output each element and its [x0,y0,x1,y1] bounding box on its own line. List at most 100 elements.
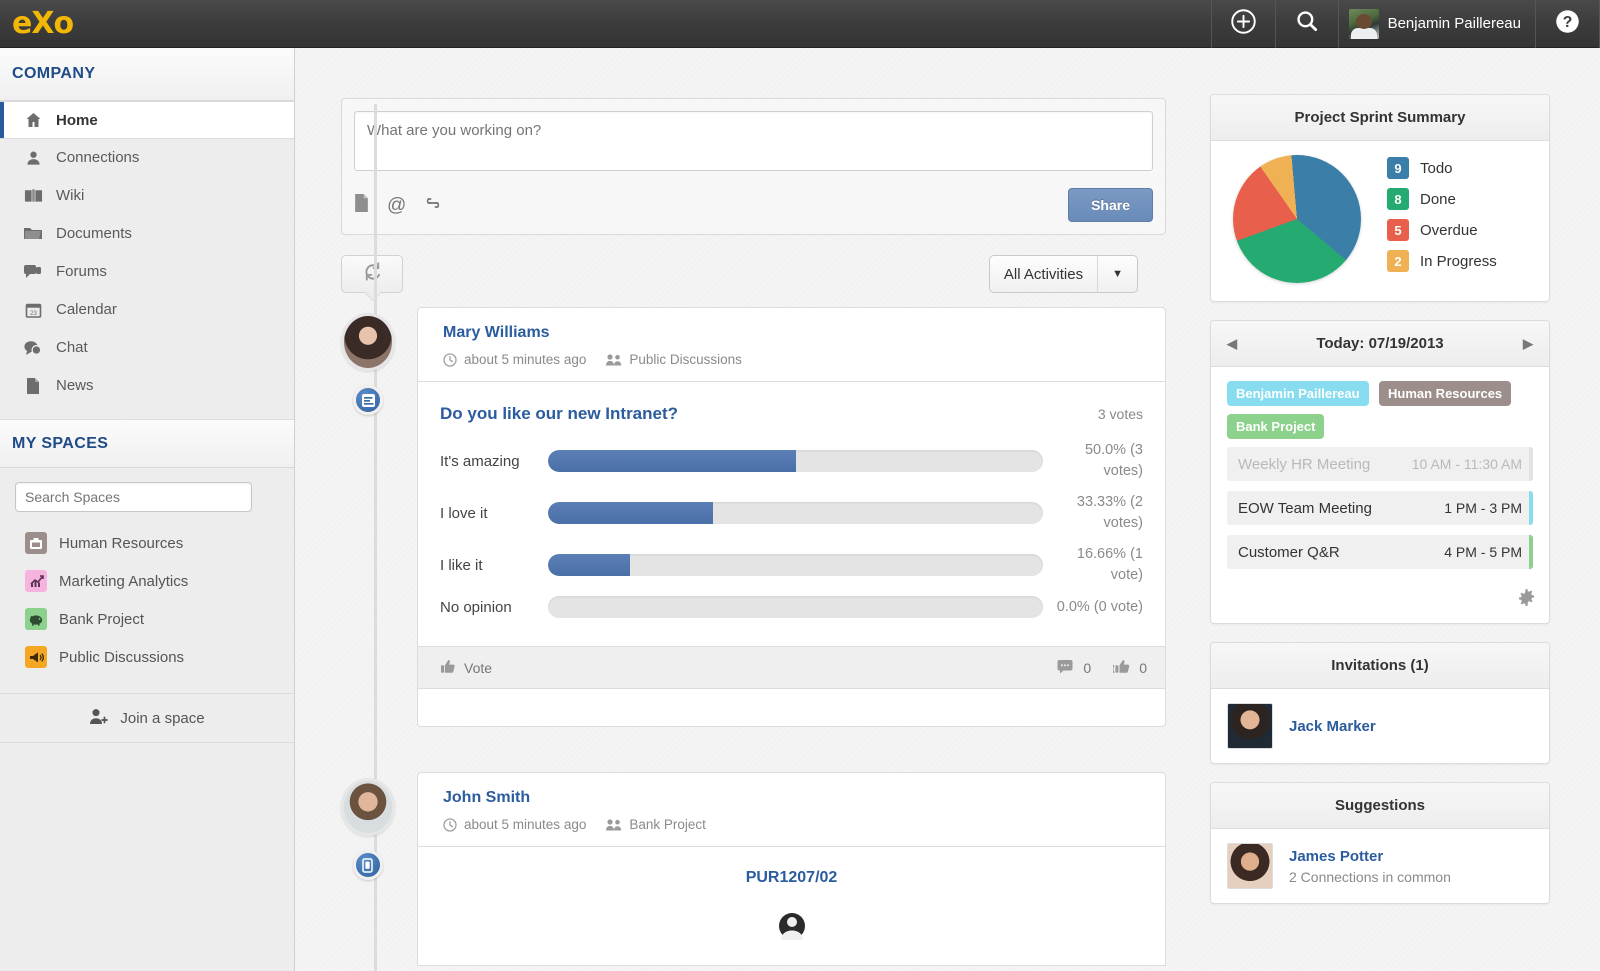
group-icon [606,353,622,366]
briefcase-icon [25,532,47,554]
poll-option-label: It's amazing [440,452,520,470]
agenda-event[interactable]: Customer Q&R 4 PM - 5 PM [1227,535,1533,569]
activity-filter-label: All Activities [1003,265,1084,283]
add-button[interactable] [1210,0,1275,48]
invitation-item[interactable]: Jack Marker [1211,689,1549,763]
page-icon [23,377,43,395]
space-label: Bank Project [59,610,145,628]
sidebar-item-chat[interactable]: Chat [0,329,294,367]
avatar [1227,703,1273,749]
space-item-public-discussions[interactable]: Public Discussions [0,638,294,676]
legend-count: 9 [1387,157,1409,179]
poll-bar-track [548,596,1043,619]
space-item-marketing-analytics[interactable]: Marketing Analytics [0,562,294,600]
agenda-event[interactable]: EOW Team Meeting 1 PM - 3 PM [1227,491,1533,525]
user-menu[interactable]: Benjamin Paillereau [1337,0,1535,48]
gear-icon[interactable] [1518,589,1535,611]
poll-option-result: 0.0% (0 vote) [1056,598,1143,615]
activity-space[interactable]: Bank Project [606,817,706,832]
space-item-human-resources[interactable]: Human Resources [0,524,294,562]
plus-circle-icon [1230,8,1257,40]
status-input[interactable] [354,111,1153,171]
exo-intranet-page: eXo Benjamin Paillereau ? COMPANY Home C… [0,0,1600,971]
person-name[interactable]: James Potter [1289,848,1451,865]
poll-icon [353,385,383,415]
activity-time: about 5 minutes ago [443,817,586,832]
poll-option[interactable]: No opinion 0.0% (0 vote) [440,596,1143,619]
legend-item-done[interactable]: 8 Done [1387,188,1497,210]
mention-icon[interactable]: @ [387,196,406,215]
top-navigation-bar: eXo Benjamin Paillereau ? [0,0,1600,48]
poll-question: Do you like our new Intranet? [440,404,679,423]
chevron-right-icon[interactable]: ▶ [1523,321,1533,367]
calendar-tag[interactable]: Human Resources [1379,381,1512,406]
chevron-left-icon[interactable]: ◀ [1227,321,1237,367]
activity-filter-dropdown[interactable]: All Activities ▼ [988,255,1138,293]
activity-item-poll: Mary Williams about 5 minutes ago Public… [341,307,1166,728]
comment-box[interactable] [417,689,1166,728]
search-button[interactable] [1274,0,1338,48]
sidebar-item-connections[interactable]: Connections [0,139,294,177]
sidebar-item-wiki[interactable]: Wiki [0,177,294,215]
poll-option-result: 16.66% (1 vote) [1076,546,1143,584]
poll-option[interactable]: It's amazing 50.0% (3 votes) [440,440,1143,482]
join-a-space-button[interactable]: Join a space [0,693,294,743]
widget-title: Project Sprint Summary [1211,95,1549,141]
sidebar-item-calendar[interactable]: 23 Calendar [0,291,294,329]
sidebar-item-news[interactable]: News [0,367,294,405]
space-label: Marketing Analytics [59,572,189,590]
document-icon [353,850,383,881]
legend-item-overdue[interactable]: 5 Overdue [1387,219,1497,241]
sidebar-item-label: Wiki [56,187,85,204]
megaphone-icon [25,646,47,668]
poll-bar-fill [548,450,796,473]
add-user-icon [89,708,109,729]
avatar[interactable] [341,778,395,837]
search-spaces-input[interactable] [15,482,252,512]
question-circle-icon: ? [1554,8,1581,40]
like-count[interactable]: 0 [1112,659,1147,677]
refresh-button[interactable] [341,255,403,293]
composer-toolbar: @ Share [354,188,1153,222]
poll-options: It's amazing 50.0% (3 votes) I love it 3… [440,440,1143,619]
avatar[interactable] [341,313,395,371]
calendar-tag[interactable]: Benjamin Paillereau [1227,381,1369,406]
stream-controls: All Activities ▼ [341,251,1166,307]
person-name[interactable]: Jack Marker [1289,718,1376,735]
person-subtitle: 2 Connections in common [1289,868,1451,885]
space-label: Public Discussions [59,648,185,666]
activity-author[interactable]: Mary Williams [443,324,1165,342]
user-name: Benjamin Paillereau [1387,15,1521,32]
link-icon[interactable] [424,196,442,214]
poll-option[interactable]: I love it 33.33% (2 votes) [440,492,1143,534]
poll-bar-fill [548,554,631,577]
legend-item-todo[interactable]: 9 Todo [1387,157,1497,179]
legend-count: 8 [1387,188,1409,210]
poll-option[interactable]: I like it 16.66% (1 vote) [440,544,1143,586]
sidebar-item-forums[interactable]: Forums [0,253,294,291]
share-button[interactable]: Share [1068,188,1153,222]
sidebar-item-documents[interactable]: Documents [0,215,294,253]
suggestion-item[interactable]: James Potter 2 Connections in common [1211,829,1549,903]
help-button[interactable]: ? [1535,0,1600,48]
activity-author[interactable]: John Smith [443,789,1165,807]
suggestions-widget: Suggestions James Potter 2 Connections i… [1210,782,1550,904]
sidebar-item-home[interactable]: Home [0,101,294,139]
book-icon [23,187,43,205]
activity-time: about 5 minutes ago [443,352,586,367]
calendar-tag[interactable]: Bank Project [1227,414,1325,439]
document-preview[interactable]: PUR1207/02 [417,847,1166,967]
avatar [1348,8,1379,39]
legend-label: Overdue [1420,221,1478,239]
attach-file-icon[interactable] [354,193,369,217]
activity-header: John Smith about 5 minutes ago Bank Proj… [417,772,1166,848]
activity-space[interactable]: Public Discussions [606,352,742,367]
legend-item-in-progress[interactable]: 2 In Progress [1387,250,1497,272]
sidebar-item-label: Home [56,111,98,129]
exo-logo[interactable]: eXo [0,8,100,39]
space-item-bank-project[interactable]: Bank Project [0,600,294,638]
vote-button[interactable]: Vote [440,659,492,677]
agenda-event[interactable]: Weekly HR Meeting 10 AM - 11:30 AM [1227,447,1533,481]
poll-bar-track [548,450,1043,473]
comment-count[interactable]: 0 [1057,659,1091,677]
